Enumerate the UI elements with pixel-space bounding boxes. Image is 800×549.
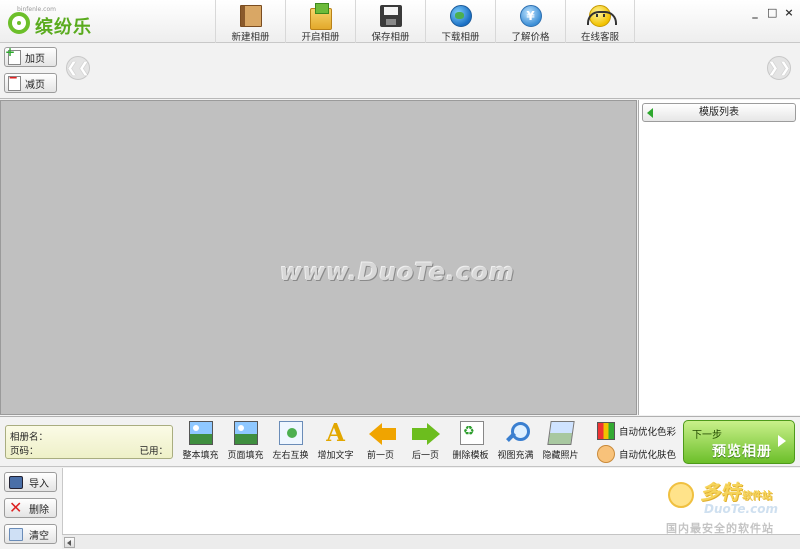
next-step-label: 下一步	[692, 430, 722, 441]
delete-template-icon	[460, 421, 484, 445]
save-album-button[interactable]: 保存相册	[355, 0, 425, 43]
price-button[interactable]: 了解价格	[495, 0, 565, 43]
prev-page-icon	[368, 421, 396, 445]
clear-icon	[9, 527, 23, 541]
fill-page-icon	[233, 421, 258, 445]
page-number-label: 页码：	[10, 446, 39, 457]
edit-toolbar: 相册名： 页码： 已用： 整本填充 页面填充 左右互换 A 增加文字 前一页 后…	[0, 416, 800, 467]
toolbar-buttons: 新建相册 开启相册 保存相册 下载相册 了解价格 在线客服	[215, 0, 635, 43]
page-prev-arrow-icon[interactable]: ❮❮	[66, 56, 90, 80]
customer-service-icon	[587, 5, 617, 27]
add-text-button[interactable]: A 增加文字	[313, 421, 358, 465]
price-icon	[519, 5, 542, 27]
mascot-icon	[668, 482, 694, 508]
delete-photo-button[interactable]: ✕ 删除	[4, 498, 57, 518]
watermark-domain: DuoTe.com	[704, 502, 778, 516]
next-page-button[interactable]: 后一页	[403, 421, 448, 465]
swap-label: 左右互换	[272, 451, 309, 461]
delete-template-button[interactable]: 删除模板	[448, 421, 493, 465]
canvas-watermark: www.DuoTe.com	[280, 258, 515, 286]
new-album-label: 新建相册	[231, 32, 270, 43]
customer-service-label: 在线客服	[580, 32, 619, 43]
duote-watermark: 多特 软件站 DuoTe.com 国内最安全的软件站	[666, 476, 796, 544]
prev-page-label: 前一页	[366, 451, 394, 461]
download-album-button[interactable]: 下载相册	[425, 0, 495, 43]
add-page-label: 加页	[25, 53, 45, 65]
download-album-label: 下载相册	[441, 32, 480, 43]
new-album-button[interactable]: 新建相册	[215, 0, 285, 43]
open-album-button[interactable]: 开启相册	[285, 0, 355, 43]
add-page-icon	[5, 45, 21, 65]
logo-text: 缤纷乐	[35, 17, 92, 38]
add-page-button[interactable]: 加页	[4, 45, 57, 67]
swap-icon	[278, 421, 303, 445]
hide-photo-label: 隐藏照片	[542, 451, 579, 461]
auto-optimize-group: 自动优化色彩 自动优化肤色	[597, 421, 676, 464]
edit-tools: 整本填充 页面填充 左右互换 A 增加文字 前一页 后一页 删除模板 视图充满	[178, 421, 583, 465]
clear-label: 清空	[29, 530, 49, 542]
app-logo: binfenle.com 缤纷乐	[8, 6, 98, 38]
logo-ring-icon	[8, 12, 30, 34]
maximize-button[interactable]: □	[767, 6, 777, 19]
fill-page-button[interactable]: 页面填充	[223, 421, 268, 465]
next-page-label: 后一页	[411, 451, 439, 461]
save-album-label: 保存相册	[371, 32, 410, 43]
customer-service-button[interactable]: 在线客服	[565, 0, 635, 43]
next-page-icon	[411, 421, 440, 445]
next-step-preview-button[interactable]: 下一步 预览相册	[683, 420, 795, 464]
logo-url: binfenle.com	[17, 6, 56, 13]
minimize-button[interactable]: _	[750, 6, 760, 19]
fill-book-label: 整本填充	[182, 451, 219, 461]
auto-skin-label: 自动优化肤色	[619, 450, 677, 461]
add-text-icon: A	[326, 418, 345, 447]
watermark-slogan: 国内最安全的软件站	[666, 522, 774, 535]
auto-color-label: 自动优化色彩	[619, 427, 677, 438]
used-label: 已用：	[139, 446, 168, 457]
download-album-icon	[449, 5, 472, 27]
camera-icon	[9, 475, 23, 489]
delete-x-icon: ✕	[9, 497, 23, 517]
album-info-box: 相册名： 页码： 已用：	[5, 425, 173, 459]
import-label: 导入	[29, 478, 49, 490]
scroll-left-icon[interactable]	[64, 537, 75, 548]
prev-page-button[interactable]: 前一页	[358, 421, 403, 465]
zoom-fit-button[interactable]: 视图充满	[493, 421, 538, 465]
fill-book-button[interactable]: 整本填充	[178, 421, 223, 465]
open-album-icon	[309, 3, 332, 30]
add-text-label: 增加文字	[317, 451, 354, 461]
hide-photo-icon	[546, 421, 575, 445]
import-button[interactable]: 导入	[4, 472, 57, 492]
remove-page-label: 减页	[25, 79, 45, 91]
zoom-fit-label: 视图充满	[497, 451, 534, 461]
watermark-brand-suffix: 软件站	[742, 491, 772, 502]
fill-page-label: 页面填充	[227, 451, 264, 461]
remove-page-icon	[8, 70, 21, 91]
save-album-icon	[379, 5, 402, 27]
face-icon	[597, 445, 615, 463]
auto-color-button[interactable]: 自动优化色彩	[597, 421, 676, 441]
new-album-icon	[239, 5, 262, 27]
close-button[interactable]: ×	[784, 6, 794, 19]
template-list-header[interactable]: 模版列表	[642, 103, 796, 122]
preview-album-label: 预览相册	[712, 444, 772, 460]
main-toolbar: binfenle.com 缤纷乐 新建相册 开启相册 保存相册 下载相册 了解价…	[0, 0, 800, 43]
page-bar: 加页 减页 ❮❮ ❯❯	[0, 43, 800, 99]
price-label: 了解价格	[511, 32, 550, 43]
zoom-fit-icon	[504, 421, 530, 445]
watermark-brand: 多特	[700, 480, 740, 504]
window-controls: _ □ ×	[750, 6, 794, 19]
auto-skin-button[interactable]: 自动优化肤色	[597, 444, 676, 464]
hide-photo-button[interactable]: 隐藏照片	[538, 421, 583, 465]
remove-page-button[interactable]: 减页	[4, 70, 57, 93]
page-next-arrow-icon[interactable]: ❯❯	[767, 56, 791, 80]
album-name-label: 相册名：	[10, 432, 49, 443]
clear-button[interactable]: 清空	[4, 524, 57, 544]
open-album-label: 开启相册	[301, 32, 340, 43]
delete-template-label: 删除模板	[452, 451, 489, 461]
delete-photo-label: 删除	[29, 504, 49, 516]
color-bars-icon	[597, 422, 615, 440]
swap-button[interactable]: 左右互换	[268, 421, 313, 465]
template-panel: 模版列表	[638, 100, 800, 415]
fill-book-icon	[188, 421, 213, 445]
